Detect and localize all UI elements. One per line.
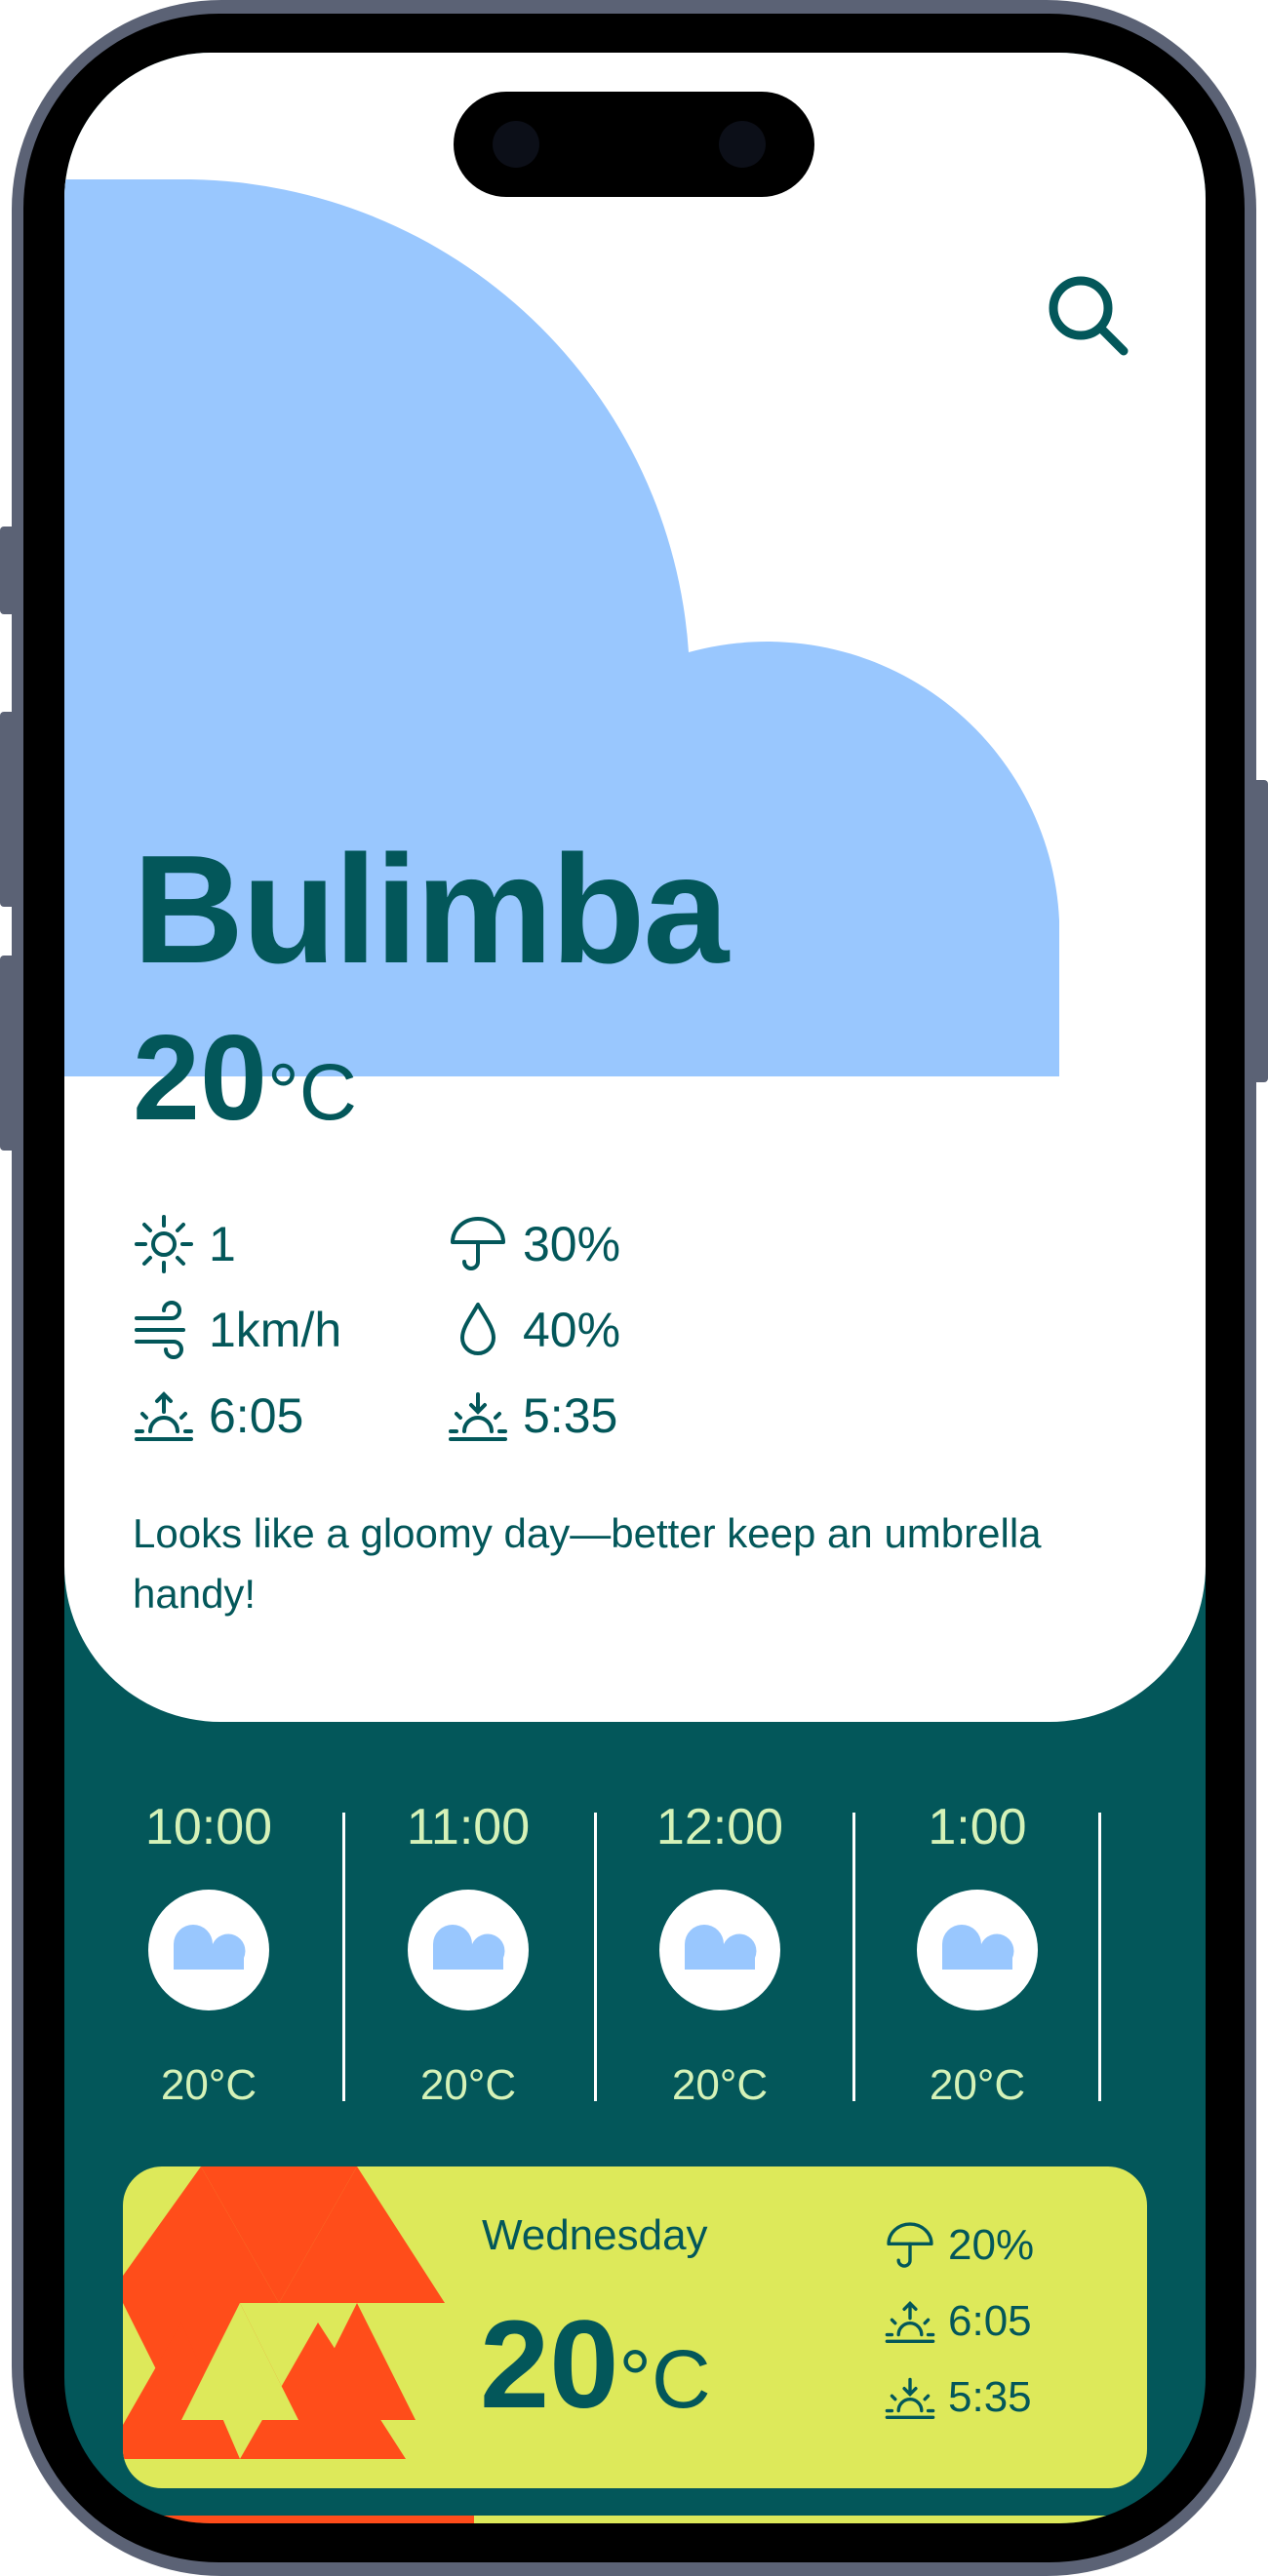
hour-temp: 20°C: [160, 2061, 258, 2109]
hour-time: 11:00: [406, 1799, 531, 1855]
forecast-sunrise-stat: 6:05: [884, 2295, 1032, 2348]
cloud-icon: [408, 1890, 529, 2010]
power-button: [1252, 780, 1268, 1082]
hour-divider: [1098, 1813, 1101, 2101]
current-temperature: 20°C: [133, 1018, 357, 1139]
sunrise-icon: [885, 2301, 935, 2343]
rain-chance-value: 30%: [523, 1217, 621, 1271]
hour-time: 10:00: [144, 1799, 273, 1855]
hour-time: 1:00: [928, 1799, 1027, 1855]
triangle-pattern-icon: [123, 2166, 445, 2459]
next-card-peek: [474, 2516, 1147, 2523]
forecast-temp-value: 20: [480, 2295, 619, 2435]
weather-description: Looks like a gloomy day—better keep an u…: [133, 1510, 1042, 1617]
forecast-sunrise-value: 6:05: [948, 2297, 1032, 2345]
sunrise-stat: 6:05: [133, 1385, 303, 1447]
uv-index-value: 1: [209, 1217, 236, 1271]
sunset-icon: [885, 2377, 935, 2419]
hour-temp: 20°C: [671, 2061, 769, 2109]
cloud-icon: [148, 1890, 269, 2010]
volume-up-button: [0, 712, 16, 907]
dynamic-island: [454, 92, 814, 197]
sensor-lens: [719, 121, 766, 168]
sunrise-icon: [135, 1391, 193, 1441]
sunset-icon: [449, 1392, 507, 1441]
search-icon: [1049, 276, 1129, 356]
sunrise-value: 6:05: [209, 1388, 304, 1443]
sunset-stat: 5:35: [447, 1385, 617, 1447]
hour-temp: 20°C: [419, 2061, 517, 2109]
hour-divider: [594, 1813, 597, 2101]
hour-divider: [342, 1813, 345, 2101]
umbrella-icon: [451, 1217, 505, 1270]
forecast-sunset-stat: 5:35: [884, 2371, 1032, 2424]
current-temp-unit: °C: [266, 1048, 357, 1137]
hour-divider: [852, 1813, 855, 2101]
wind-value: 1km/h: [209, 1303, 342, 1357]
action-button: [0, 527, 16, 614]
app-screen: Bulimba 20°C 1 30% 1km/h 40% 6:05 5:35 L…: [64, 53, 1206, 2523]
city-name: Bulimba: [133, 824, 729, 995]
forecast-temp-unit: °C: [618, 2333, 711, 2425]
current-weather-card: Bulimba 20°C 1 30% 1km/h 40% 6:05 5:35 L…: [64, 53, 1206, 1722]
cloud-icon: [917, 1890, 1038, 2010]
search-button[interactable]: [1040, 267, 1137, 365]
droplet-icon: [460, 1303, 495, 1355]
wind-icon: [135, 1301, 185, 1359]
sunset-value: 5:35: [523, 1388, 618, 1443]
forecast-sunset-value: 5:35: [948, 2373, 1032, 2421]
wind-stat: 1km/h: [133, 1299, 341, 1361]
hour-time: 12:00: [655, 1799, 784, 1855]
uv-index-stat: 1: [133, 1213, 236, 1275]
hour-temp: 20°C: [929, 2061, 1026, 2109]
forecast-rain-value: 20%: [948, 2221, 1035, 2269]
volume-down-button: [0, 956, 16, 1151]
forecast-rain-stat: 20%: [884, 2219, 1034, 2272]
forecast-temperature: 20°C: [480, 2303, 711, 2428]
umbrella-icon: [887, 2222, 933, 2268]
sun-icon: [135, 1215, 193, 1273]
next-card-peek: [142, 2516, 474, 2523]
forecast-day: Wednesday: [482, 2211, 708, 2259]
current-temp-value: 20: [133, 1011, 267, 1146]
rain-chance-stat: 30%: [447, 1213, 620, 1275]
humidity-value: 40%: [523, 1303, 621, 1357]
humidity-stat: 40%: [447, 1299, 620, 1361]
camera-lens: [493, 121, 539, 168]
cloud-icon: [659, 1890, 780, 2010]
daily-forecast-card[interactable]: Wednesday 20°C 20% 6:05 5:35: [123, 2166, 1147, 2488]
hourly-forecast[interactable]: 10:00 20°C 11:00 20°C 12:00 20°C 1:00 20…: [64, 1798, 1206, 2168]
